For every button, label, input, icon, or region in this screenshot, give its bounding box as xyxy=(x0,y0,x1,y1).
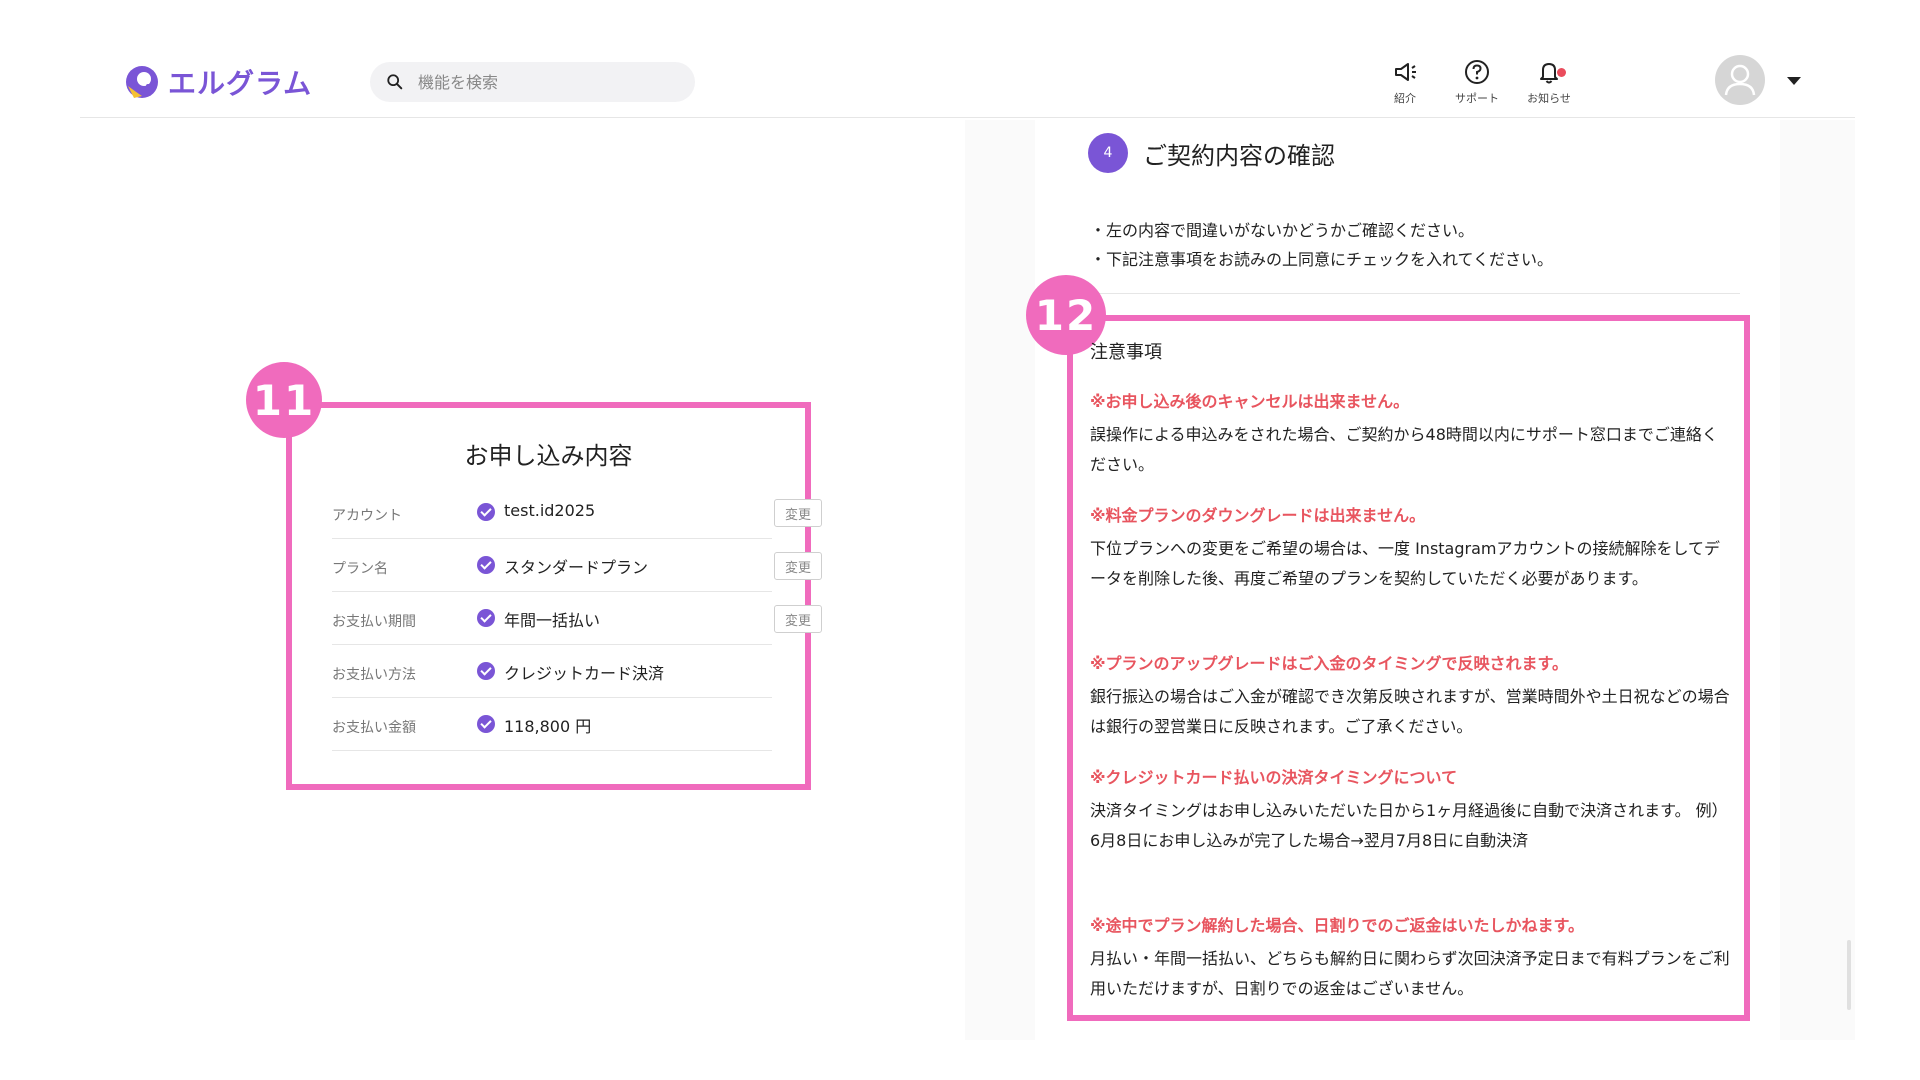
account-menu-caret-icon[interactable] xyxy=(1787,77,1801,85)
summary-label: プラン名 xyxy=(332,561,388,577)
summary-value: test.id2025 xyxy=(504,501,596,520)
summary-label: お支払い期間 xyxy=(332,614,416,630)
note-item: ※途中でプラン解約した場合、日割りでのご返金はいたしかねます。 月払い・年間一括… xyxy=(1090,912,1730,1004)
app-logo[interactable]: エルグラム xyxy=(122,62,312,102)
search-icon xyxy=(387,74,403,90)
logo-icon xyxy=(122,62,162,102)
summary-label: お支払い方法 xyxy=(332,667,416,683)
notes-title: 注意事項 xyxy=(1090,342,1162,363)
change-account-button[interactable]: 変更 xyxy=(774,499,822,527)
check-icon xyxy=(477,503,495,521)
user-icon xyxy=(1724,64,1756,96)
change-plan-button[interactable]: 変更 xyxy=(774,552,822,580)
note-item: ※クレジットカード払いの決済タイミングについて 決済タイミングはお申し込みいただ… xyxy=(1090,764,1730,856)
check-icon xyxy=(477,715,495,733)
summary-row-plan: プラン名 スタンダードプラン 変更 xyxy=(332,539,822,592)
instruction-list: ・左の内容で間違いがないかどうかご確認ください。 ・下記注意事項をお読みの上同意… xyxy=(1090,216,1553,274)
support-button[interactable]: サポート xyxy=(1442,58,1512,106)
notification-dot xyxy=(1557,68,1566,77)
note-heading: ※クレジットカード払いの決済タイミングについて xyxy=(1090,768,1458,787)
search-input[interactable] xyxy=(418,72,668,92)
divider xyxy=(1090,293,1740,294)
summary-table: アカウント test.id2025 変更 プラン名 スタンダードプラン 変更 お… xyxy=(332,486,822,751)
notice-button[interactable]: お知らせ xyxy=(1514,58,1584,106)
note-heading: ※料金プランのダウングレードは出来ません。 xyxy=(1090,506,1426,525)
summary-row-account: アカウント test.id2025 変更 xyxy=(332,486,822,539)
instruction-item: ・下記注意事項をお読みの上同意にチェックを入れてください。 xyxy=(1090,250,1554,269)
callout-badge: 11 xyxy=(246,362,322,438)
notice-label: お知らせ xyxy=(1527,92,1571,105)
summary-row-period: お支払い期間 年間一括払い 変更 xyxy=(332,592,822,645)
note-item: ※お申し込み後のキャンセルは出来ません。 誤操作による申込みをされた場合、ご契約… xyxy=(1090,388,1730,480)
app-name: エルグラム xyxy=(168,67,313,100)
summary-value: スタンダードプラン xyxy=(504,558,649,577)
summary-value: クレジットカード決済 xyxy=(504,664,665,683)
note-heading: ※途中でプラン解約した場合、日割りでのご返金はいたしかねます。 xyxy=(1090,916,1584,935)
note-heading: ※プランのアップグレードはご入金のタイミングで反映されます。 xyxy=(1090,654,1568,673)
notes-section: 注意事項 ※お申し込み後のキャンセルは出来ません。 誤操作による申込みをされた場… xyxy=(1090,338,1730,1026)
note-item: ※プランのアップグレードはご入金のタイミングで反映されます。 銀行振込の場合はご… xyxy=(1090,650,1730,742)
summary-label: アカウント xyxy=(332,508,402,524)
support-label: サポート xyxy=(1455,92,1499,105)
check-icon xyxy=(477,662,495,680)
step-title: ご契約内容の確認 xyxy=(1143,142,1335,170)
change-period-button[interactable]: 変更 xyxy=(774,605,822,633)
summary-value: 118,800 円 xyxy=(504,717,592,736)
megaphone-icon xyxy=(1395,63,1416,81)
note-item: ※料金プランのダウングレードは出来ません。 下位プランへの変更をご希望の場合は、… xyxy=(1090,502,1730,594)
instruction-item: ・左の内容で間違いがないかどうかご確認ください。 xyxy=(1090,221,1475,240)
note-body: 下位プランへの変更をご希望の場合は、一度 Instagramアカウントの接続解除… xyxy=(1090,539,1721,588)
scrollbar[interactable] xyxy=(1847,940,1851,1010)
check-icon xyxy=(477,556,495,574)
summary-title: お申し込み内容 xyxy=(464,442,633,470)
help-icon xyxy=(1465,60,1489,84)
application-summary: お申し込み内容 アカウント test.id2025 変更 プラン名 スタンダード… xyxy=(286,402,822,790)
summary-row-method: お支払い方法 クレジットカード決済 xyxy=(332,645,772,698)
step-number: 4 xyxy=(1088,133,1128,173)
note-body: 決済タイミングはお申し込みいただいた日から1ヶ月経過後に自動で決済されます。 例… xyxy=(1090,801,1728,850)
summary-row-amount: お支払い金額 118,800 円 xyxy=(332,698,772,751)
avatar[interactable] xyxy=(1715,55,1765,105)
note-body: 誤操作による申込みをされた場合、ご契約から48時間以内にサポート窓口までご連絡く… xyxy=(1090,425,1718,474)
check-icon xyxy=(477,609,495,627)
summary-label: お支払い金額 xyxy=(332,720,416,736)
intro-label: 紹介 xyxy=(1394,92,1416,105)
note-heading: ※お申し込み後のキャンセルは出来ません。 xyxy=(1090,392,1410,411)
summary-value: 年間一括払い xyxy=(504,611,601,630)
note-body: 月払い・年間一括払い、どちらも解約日に関わらず次回決済予定日まで有料プランをご利… xyxy=(1090,949,1730,998)
top-header: エルグラム 紹介 サポート お知らせ xyxy=(80,40,1855,118)
search-box[interactable] xyxy=(370,62,695,102)
intro-button[interactable]: 紹介 xyxy=(1370,58,1440,106)
note-body: 銀行振込の場合はご入金が確認でき次第反映されますが、営業時間外や土日祝などの場合… xyxy=(1090,687,1730,736)
